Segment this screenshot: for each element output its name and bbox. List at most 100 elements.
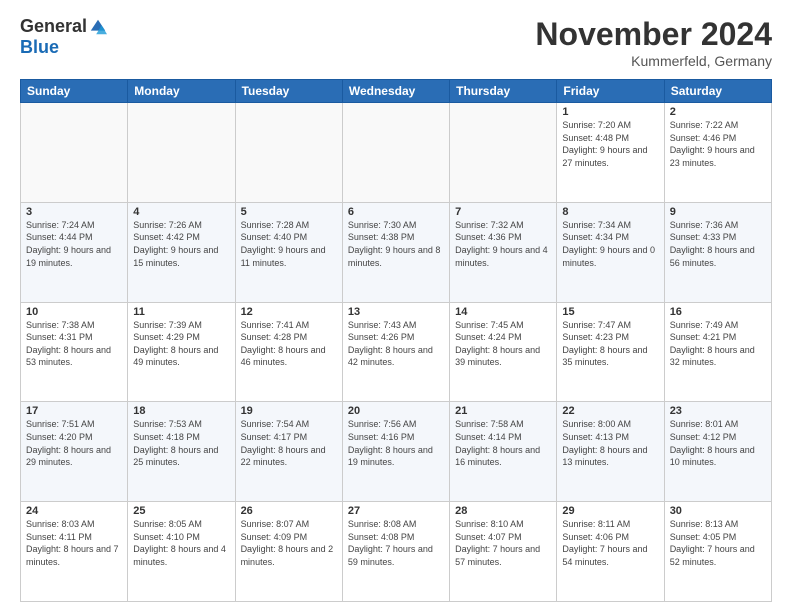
day-number: 23 [670, 405, 766, 417]
day-info: Sunrise: 7:53 AMSunset: 4:18 PMDaylight:… [133, 418, 229, 468]
calendar-cell: 19Sunrise: 7:54 AMSunset: 4:17 PMDayligh… [235, 402, 342, 502]
calendar-row-1: 3Sunrise: 7:24 AMSunset: 4:44 PMDaylight… [21, 202, 772, 302]
day-info: Sunrise: 7:47 AMSunset: 4:23 PMDaylight:… [562, 319, 658, 369]
day-number: 7 [455, 206, 551, 218]
calendar-row-2: 10Sunrise: 7:38 AMSunset: 4:31 PMDayligh… [21, 302, 772, 402]
header-sunday: Sunday [21, 80, 128, 103]
calendar-cell: 28Sunrise: 8:10 AMSunset: 4:07 PMDayligh… [450, 502, 557, 602]
day-number: 20 [348, 405, 444, 417]
day-number: 26 [241, 505, 337, 517]
calendar-cell: 5Sunrise: 7:28 AMSunset: 4:40 PMDaylight… [235, 202, 342, 302]
day-number: 1 [562, 106, 658, 118]
day-number: 28 [455, 505, 551, 517]
logo-blue: Blue [20, 37, 59, 58]
calendar-cell: 27Sunrise: 8:08 AMSunset: 4:08 PMDayligh… [342, 502, 449, 602]
day-info: Sunrise: 8:03 AMSunset: 4:11 PMDaylight:… [26, 518, 122, 568]
day-number: 12 [241, 306, 337, 318]
day-number: 13 [348, 306, 444, 318]
day-info: Sunrise: 7:51 AMSunset: 4:20 PMDaylight:… [26, 418, 122, 468]
calendar-cell: 24Sunrise: 8:03 AMSunset: 4:11 PMDayligh… [21, 502, 128, 602]
day-number: 24 [26, 505, 122, 517]
day-number: 27 [348, 505, 444, 517]
calendar-cell: 11Sunrise: 7:39 AMSunset: 4:29 PMDayligh… [128, 302, 235, 402]
calendar-cell [342, 103, 449, 203]
day-number: 30 [670, 505, 766, 517]
day-info: Sunrise: 7:56 AMSunset: 4:16 PMDaylight:… [348, 418, 444, 468]
day-number: 21 [455, 405, 551, 417]
page: General Blue November 2024 Kummerfeld, G… [0, 0, 792, 612]
calendar-cell: 8Sunrise: 7:34 AMSunset: 4:34 PMDaylight… [557, 202, 664, 302]
day-info: Sunrise: 8:13 AMSunset: 4:05 PMDaylight:… [670, 518, 766, 568]
day-info: Sunrise: 7:32 AMSunset: 4:36 PMDaylight:… [455, 219, 551, 269]
month-title: November 2024 [535, 16, 772, 53]
calendar-row-0: 1Sunrise: 7:20 AMSunset: 4:48 PMDaylight… [21, 103, 772, 203]
day-info: Sunrise: 7:22 AMSunset: 4:46 PMDaylight:… [670, 119, 766, 169]
day-info: Sunrise: 8:05 AMSunset: 4:10 PMDaylight:… [133, 518, 229, 568]
calendar-cell: 7Sunrise: 7:32 AMSunset: 4:36 PMDaylight… [450, 202, 557, 302]
day-number: 11 [133, 306, 229, 318]
calendar-cell: 17Sunrise: 7:51 AMSunset: 4:20 PMDayligh… [21, 402, 128, 502]
day-info: Sunrise: 8:10 AMSunset: 4:07 PMDaylight:… [455, 518, 551, 568]
day-number: 6 [348, 206, 444, 218]
calendar-table: Sunday Monday Tuesday Wednesday Thursday… [20, 79, 772, 602]
calendar-cell: 18Sunrise: 7:53 AMSunset: 4:18 PMDayligh… [128, 402, 235, 502]
subtitle: Kummerfeld, Germany [535, 53, 772, 69]
day-number: 10 [26, 306, 122, 318]
calendar-cell [128, 103, 235, 203]
calendar-cell: 14Sunrise: 7:45 AMSunset: 4:24 PMDayligh… [450, 302, 557, 402]
calendar-row-3: 17Sunrise: 7:51 AMSunset: 4:20 PMDayligh… [21, 402, 772, 502]
header-tuesday: Tuesday [235, 80, 342, 103]
day-number: 2 [670, 106, 766, 118]
logo-general: General [20, 16, 87, 37]
day-info: Sunrise: 7:45 AMSunset: 4:24 PMDaylight:… [455, 319, 551, 369]
calendar-cell [21, 103, 128, 203]
calendar-cell: 29Sunrise: 8:11 AMSunset: 4:06 PMDayligh… [557, 502, 664, 602]
day-number: 4 [133, 206, 229, 218]
day-info: Sunrise: 7:43 AMSunset: 4:26 PMDaylight:… [348, 319, 444, 369]
calendar-cell: 4Sunrise: 7:26 AMSunset: 4:42 PMDaylight… [128, 202, 235, 302]
calendar-cell [450, 103, 557, 203]
day-number: 14 [455, 306, 551, 318]
calendar-cell: 13Sunrise: 7:43 AMSunset: 4:26 PMDayligh… [342, 302, 449, 402]
calendar-cell: 21Sunrise: 7:58 AMSunset: 4:14 PMDayligh… [450, 402, 557, 502]
day-info: Sunrise: 7:36 AMSunset: 4:33 PMDaylight:… [670, 219, 766, 269]
day-number: 17 [26, 405, 122, 417]
calendar-cell: 25Sunrise: 8:05 AMSunset: 4:10 PMDayligh… [128, 502, 235, 602]
day-number: 9 [670, 206, 766, 218]
day-info: Sunrise: 7:28 AMSunset: 4:40 PMDaylight:… [241, 219, 337, 269]
calendar-cell: 3Sunrise: 7:24 AMSunset: 4:44 PMDaylight… [21, 202, 128, 302]
calendar-cell: 6Sunrise: 7:30 AMSunset: 4:38 PMDaylight… [342, 202, 449, 302]
day-number: 8 [562, 206, 658, 218]
calendar-cell: 22Sunrise: 8:00 AMSunset: 4:13 PMDayligh… [557, 402, 664, 502]
title-area: November 2024 Kummerfeld, Germany [535, 16, 772, 69]
calendar-cell: 1Sunrise: 7:20 AMSunset: 4:48 PMDaylight… [557, 103, 664, 203]
day-number: 16 [670, 306, 766, 318]
calendar-row-4: 24Sunrise: 8:03 AMSunset: 4:11 PMDayligh… [21, 502, 772, 602]
day-info: Sunrise: 7:49 AMSunset: 4:21 PMDaylight:… [670, 319, 766, 369]
day-info: Sunrise: 7:54 AMSunset: 4:17 PMDaylight:… [241, 418, 337, 468]
day-info: Sunrise: 8:11 AMSunset: 4:06 PMDaylight:… [562, 518, 658, 568]
day-number: 19 [241, 405, 337, 417]
logo-icon [89, 18, 107, 36]
day-number: 18 [133, 405, 229, 417]
calendar-header-row: Sunday Monday Tuesday Wednesday Thursday… [21, 80, 772, 103]
day-number: 29 [562, 505, 658, 517]
header: General Blue November 2024 Kummerfeld, G… [20, 16, 772, 69]
day-info: Sunrise: 7:58 AMSunset: 4:14 PMDaylight:… [455, 418, 551, 468]
day-info: Sunrise: 7:39 AMSunset: 4:29 PMDaylight:… [133, 319, 229, 369]
calendar-cell: 16Sunrise: 7:49 AMSunset: 4:21 PMDayligh… [664, 302, 771, 402]
day-info: Sunrise: 7:30 AMSunset: 4:38 PMDaylight:… [348, 219, 444, 269]
day-info: Sunrise: 7:24 AMSunset: 4:44 PMDaylight:… [26, 219, 122, 269]
day-info: Sunrise: 7:38 AMSunset: 4:31 PMDaylight:… [26, 319, 122, 369]
calendar-cell: 23Sunrise: 8:01 AMSunset: 4:12 PMDayligh… [664, 402, 771, 502]
calendar-cell: 26Sunrise: 8:07 AMSunset: 4:09 PMDayligh… [235, 502, 342, 602]
day-info: Sunrise: 8:07 AMSunset: 4:09 PMDaylight:… [241, 518, 337, 568]
day-number: 3 [26, 206, 122, 218]
day-number: 15 [562, 306, 658, 318]
day-info: Sunrise: 8:00 AMSunset: 4:13 PMDaylight:… [562, 418, 658, 468]
day-number: 22 [562, 405, 658, 417]
day-number: 5 [241, 206, 337, 218]
header-friday: Friday [557, 80, 664, 103]
header-monday: Monday [128, 80, 235, 103]
header-thursday: Thursday [450, 80, 557, 103]
